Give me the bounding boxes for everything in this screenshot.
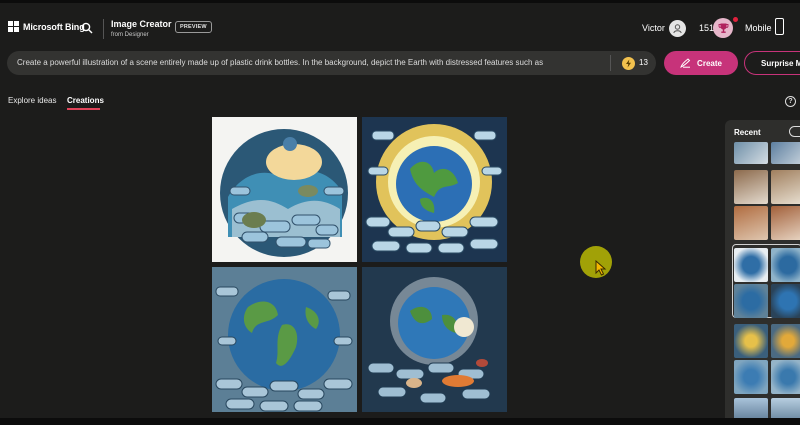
boost-icon[interactable] — [622, 56, 635, 70]
recent-thumbnail[interactable] — [734, 142, 768, 164]
bottom-edge — [0, 418, 800, 425]
prompt-text[interactable]: Create a powerful illustration of a scen… — [17, 58, 602, 67]
user-name[interactable]: Victor — [642, 23, 665, 33]
brand-name: Microsoft Bing — [23, 21, 85, 32]
recent-thumbnail[interactable] — [734, 360, 768, 394]
recent-thumbnail[interactable] — [734, 248, 768, 282]
create-button[interactable]: Create — [664, 51, 738, 75]
boost-count: 13 — [639, 58, 648, 67]
surprise-me-label: Surprise Me — [761, 58, 800, 68]
create-pen-icon — [680, 58, 691, 68]
top-bar: Microsoft Bing Image Creator from Design… — [0, 0, 800, 50]
bing-logo[interactable]: Microsoft Bing — [8, 21, 85, 32]
generated-image-3[interactable] — [212, 267, 357, 412]
header-divider — [103, 19, 104, 39]
recent-thumbnail[interactable] — [734, 284, 768, 318]
search-icon[interactable] — [77, 18, 97, 38]
recent-thumbnail[interactable] — [734, 170, 768, 204]
prompt-divider — [610, 55, 611, 71]
generated-image-4[interactable] — [362, 267, 507, 412]
preview-badge: PREVIEW — [175, 21, 212, 33]
phone-icon[interactable] — [775, 18, 784, 35]
tab-explore-ideas[interactable]: Explore ideas — [8, 96, 56, 105]
prompt-input[interactable]: Create a powerful illustration of a scen… — [7, 51, 656, 75]
app-subtitle: from Designer — [111, 32, 149, 38]
recent-panel: Recent — [725, 120, 800, 425]
toggle-icon[interactable] — [789, 126, 800, 137]
recent-thumbnail[interactable] — [771, 206, 800, 240]
rewards-points[interactable]: 151 — [699, 23, 714, 33]
recent-thumbnail[interactable] — [771, 248, 800, 282]
recent-thumbnail[interactable] — [771, 170, 800, 204]
recent-title: Recent — [734, 128, 761, 137]
recent-thumbnail[interactable] — [771, 284, 800, 318]
trophy-icon[interactable] — [713, 18, 733, 38]
app-title[interactable]: Image Creator — [111, 19, 172, 29]
recent-thumbnail[interactable] — [771, 142, 800, 164]
mobile-label[interactable]: Mobile — [745, 23, 772, 33]
tab-creations[interactable]: Creations — [67, 96, 104, 105]
create-label: Create — [697, 58, 722, 68]
avatar-icon[interactable] — [669, 20, 686, 37]
notification-dot — [733, 17, 738, 22]
help-icon[interactable]: ? — [785, 96, 796, 107]
generated-image-1[interactable] — [212, 117, 357, 262]
recent-thumbnail[interactable] — [771, 360, 800, 394]
surprise-me-button[interactable]: Surprise Me — [744, 51, 800, 75]
recent-thumbnail[interactable] — [734, 324, 768, 358]
recent-thumbnail[interactable] — [734, 206, 768, 240]
microsoft-logo-icon — [8, 21, 19, 32]
active-tab-indicator — [67, 108, 100, 110]
generated-image-2[interactable] — [362, 117, 507, 262]
mouse-cursor-icon — [595, 259, 607, 281]
recent-thumbnail[interactable] — [771, 324, 800, 358]
